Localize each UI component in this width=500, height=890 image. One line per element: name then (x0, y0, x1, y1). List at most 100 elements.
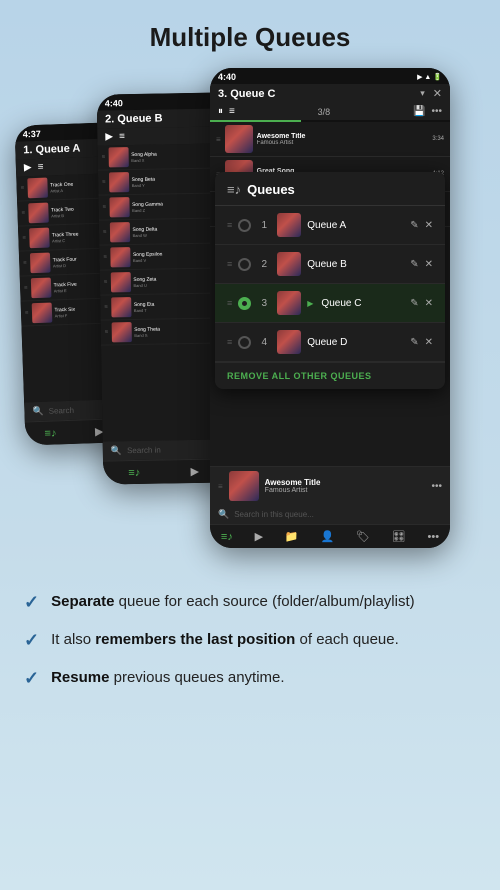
delete-icon[interactable]: ✕ (425, 298, 433, 309)
delete-icon[interactable]: ✕ (425, 259, 433, 270)
search-placeholder: Search (49, 406, 75, 416)
queue-thumbnail-d (277, 330, 301, 354)
feature-text-2: It also remembers the last position of e… (51, 629, 399, 651)
phone-3-status-icons: ▶ ▲ 🔋 (417, 73, 442, 81)
feature-item-1: ✓ Separate queue for each source (folder… (24, 591, 476, 613)
track-thumbnail (111, 322, 131, 342)
feature-bold-1: Separate (51, 593, 114, 610)
drag-icon: ≡ (25, 310, 29, 316)
page-title: Multiple Queues (0, 0, 500, 63)
queue-name-d: Queue D (307, 337, 404, 348)
queue-name-c: Queue C (321, 298, 404, 309)
now-playing-thumbnail (229, 471, 259, 501)
track-thumbnail (31, 303, 52, 324)
queue-row-d[interactable]: ≡ 4 Queue D ✎ ✕ (215, 323, 445, 362)
drag-icon: ≡ (104, 304, 108, 310)
save-icon[interactable]: 💾 (413, 106, 425, 117)
edit-icon[interactable]: ✎ (410, 337, 418, 348)
search-icon: 🔍 (111, 445, 122, 456)
delete-icon[interactable]: ✕ (425, 220, 433, 231)
sort-btn-p3[interactable]: ≡ (229, 106, 235, 117)
queue-num: 4 (257, 337, 271, 348)
track-count: 3/8 (241, 107, 407, 117)
track-thumbnail (29, 253, 50, 274)
queue-nav-icon-p3[interactable]: ≡♪ (221, 531, 233, 543)
popup-header: ≡♪ Queues (215, 172, 445, 206)
queue-radio-b[interactable] (238, 258, 251, 271)
queue-row-c[interactable]: ≡ 3 ▶ Queue C ✎ ✕ (215, 284, 445, 323)
more-icon[interactable]: ••• (431, 106, 442, 117)
more-options-icon[interactable]: ••• (431, 481, 442, 492)
drag-icon: ≡ (103, 229, 107, 235)
drag-icon: ≡ (23, 260, 27, 266)
pause-btn-p3[interactable]: ⏸ (218, 106, 223, 117)
drag-icon: ≡ (105, 329, 109, 335)
feature-item-2: ✓ It also remembers the last position of… (24, 629, 476, 651)
queue-num: 2 (257, 259, 271, 270)
drag-icon: ≡ (21, 185, 25, 191)
play-nav-icon-p3[interactable]: ▶ (255, 530, 263, 543)
checkmark-icon-3: ✓ (24, 668, 39, 689)
track-thumbnail (29, 228, 50, 249)
chevron-down-icon[interactable]: ▾ (420, 88, 425, 99)
phone-3-search-bar[interactable]: 🔍 Search in this queue... (210, 505, 450, 524)
queue-radio-d[interactable] (238, 336, 251, 349)
tag-nav-icon-p3[interactable]: 🏷 (356, 530, 370, 543)
now-playing-artist: Famous Artist (265, 487, 426, 494)
phone-3-controls: ⏸ ≡ 3/8 💾 ••• (210, 103, 450, 120)
track-thumbnail (110, 272, 130, 292)
drag-icon-np: ≡ (218, 482, 223, 491)
track-thumbnail (30, 278, 51, 299)
now-playing-title: Awesome Title (265, 478, 426, 487)
drag-icon: ≡ (216, 135, 221, 144)
queue-radio-a[interactable] (238, 219, 251, 232)
edit-icon[interactable]: ✎ (410, 259, 418, 270)
edit-icon[interactable]: ✎ (410, 220, 418, 231)
features-list: ✓ Separate queue for each source (folder… (0, 573, 500, 725)
queue-row-b[interactable]: ≡ 2 Queue B ✎ ✕ (215, 245, 445, 284)
drag-icon: ≡ (102, 179, 106, 185)
popup-title: Queues (247, 182, 295, 197)
play-btn-p1[interactable]: ▶ (24, 162, 32, 173)
track-title: Awesome Title (257, 133, 429, 140)
phone-2-time: 4:40 (105, 98, 123, 108)
eq-nav-icon-p3[interactable]: 🎛 (392, 530, 406, 543)
sort-btn-p2[interactable]: ≡ (119, 131, 125, 142)
list-item: ≡ Awesome Title Famous Artist 3:34 (210, 122, 450, 157)
checkmark-icon-1: ✓ (24, 592, 39, 613)
sort-btn-p1[interactable]: ≡ (37, 162, 43, 173)
queue-name-a: Queue A (307, 220, 404, 231)
phone-3-time: 4:40 (218, 72, 236, 82)
queue-name-b: Queue B (307, 259, 404, 270)
folder-nav-icon-p3[interactable]: 📁 (285, 530, 299, 543)
search-icon: 🔍 (32, 406, 44, 417)
remove-all-queues-button[interactable]: REMOVE ALL OTHER QUEUES (215, 362, 445, 389)
more-nav-icon-p3[interactable]: ••• (428, 531, 440, 543)
track-thumbnail (110, 247, 130, 267)
play-nav-icon-p2[interactable]: ▶ (190, 465, 199, 478)
track-thumbnail (225, 125, 253, 153)
play-btn-p2[interactable]: ▶ (105, 131, 113, 142)
queue-radio-c[interactable] (238, 297, 251, 310)
close-icon[interactable]: ✕ (433, 87, 442, 100)
track-duration: 3:34 (432, 136, 444, 142)
queue-row-a[interactable]: ≡ 1 Queue A ✎ ✕ (215, 206, 445, 245)
person-nav-icon-p3[interactable]: 👤 (320, 530, 334, 543)
drag-icon: ≡ (24, 285, 28, 291)
queue-nav-icon-p2[interactable]: ≡♪ (128, 466, 140, 478)
queue-thumbnail-a (277, 213, 301, 237)
delete-icon[interactable]: ✕ (425, 337, 433, 348)
drag-icon: ≡ (22, 235, 26, 241)
queue-nav-icon[interactable]: ≡♪ (44, 427, 56, 439)
search-placeholder-p2: Search in (127, 446, 161, 456)
drag-icon: ≡ (227, 220, 232, 230)
checkmark-icon-2: ✓ (24, 630, 39, 651)
queue-num: 3 (257, 298, 271, 309)
search-icon-p3: 🔍 (218, 509, 229, 520)
feature-bold-2: remembers the last position (95, 631, 295, 648)
drag-icon: ≡ (227, 298, 232, 308)
edit-icon[interactable]: ✎ (410, 298, 418, 309)
feature-item-3: ✓ Resume previous queues anytime. (24, 667, 476, 689)
track-thumbnail (109, 197, 129, 217)
phone-3-track-list: ≡ Awesome Title Famous Artist 3:34 ≡ Gre… (210, 122, 450, 466)
